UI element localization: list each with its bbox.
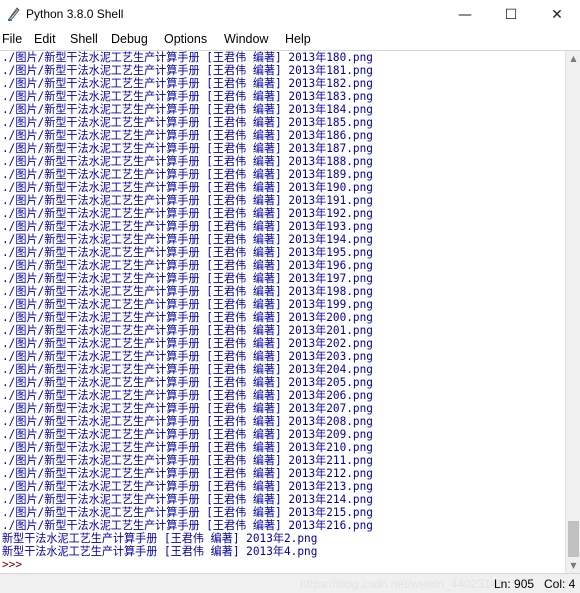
output-line: ./图片/新型干法水泥工艺生产计算手册 [王君伟 编著] 2013年194.pn… [2, 233, 373, 246]
output-line: ./图片/新型干法水泥工艺生产计算手册 [王君伟 编著] 2013年199.pn… [2, 298, 373, 311]
window-title: Python 3.8.0 Shell [26, 7, 124, 21]
menu-file[interactable]: File [2, 32, 22, 46]
output-line: ./图片/新型干法水泥工艺生产计算手册 [王君伟 编著] 2013年214.pn… [2, 493, 373, 506]
output-line: ./图片/新型干法水泥工艺生产计算手册 [王君伟 编著] 2013年190.pn… [2, 181, 373, 194]
output-line: ./图片/新型干法水泥工艺生产计算手册 [王君伟 编著] 2013年186.pn… [2, 129, 373, 142]
output-line: ./图片/新型干法水泥工艺生产计算手册 [王君伟 编著] 2013年216.pn… [2, 519, 373, 532]
output-line: ./图片/新型干法水泥工艺生产计算手册 [王君伟 编著] 2013年212.pn… [2, 467, 373, 480]
output-line: ./图片/新型干法水泥工艺生产计算手册 [王君伟 编著] 2013年205.pn… [2, 376, 373, 389]
output-line: ./图片/新型干法水泥工艺生产计算手册 [王君伟 编著] 2013年181.pn… [2, 64, 373, 77]
output-line: ./图片/新型干法水泥工艺生产计算手册 [王君伟 编著] 2013年204.pn… [2, 363, 373, 376]
column-number-indicator: Col: 4 [544, 577, 576, 591]
minimize-icon: — [458, 7, 472, 23]
output-line: ./图片/新型干法水泥工艺生产计算手册 [王君伟 编著] 2013年196.pn… [2, 259, 373, 272]
output-line: ./图片/新型干法水泥工艺生产计算手册 [王君伟 编著] 2013年195.pn… [2, 246, 373, 259]
output-line: ./图片/新型干法水泥工艺生产计算手册 [王君伟 编著] 2013年201.pn… [2, 324, 373, 337]
output-line: ./图片/新型干法水泥工艺生产计算手册 [王君伟 编著] 2013年208.pn… [2, 415, 373, 428]
shell-prompt[interactable]: >>> [2, 558, 29, 571]
shell-output-area[interactable]: ./图片/新型干法水泥工艺生产计算手册 [王君伟 编著] 2013年180.pn… [0, 51, 565, 573]
maximize-icon: ☐ [504, 7, 518, 23]
output-line: ./图片/新型干法水泥工艺生产计算手册 [王君伟 编著] 2013年209.pn… [2, 428, 373, 441]
menu-window[interactable]: Window [224, 32, 268, 46]
output-line: ./图片/新型干法水泥工艺生产计算手册 [王君伟 编著] 2013年211.pn… [2, 454, 373, 467]
output-line: ./图片/新型干法水泥工艺生产计算手册 [王君伟 编著] 2013年200.pn… [2, 311, 373, 324]
close-button[interactable]: ✕ [534, 0, 580, 30]
output-line: ./图片/新型干法水泥工艺生产计算手册 [王君伟 编著] 2013年189.pn… [2, 168, 373, 181]
output-line: ./图片/新型干法水泥工艺生产计算手册 [王君伟 编著] 2013年213.pn… [2, 480, 373, 493]
minimize-button[interactable]: — [442, 0, 488, 30]
menu-options[interactable]: Options [164, 32, 207, 46]
output-line: ./图片/新型干法水泥工艺生产计算手册 [王君伟 编著] 2013年210.pn… [2, 441, 373, 454]
output-line: ./图片/新型干法水泥工艺生产计算手册 [王君伟 编著] 2013年193.pn… [2, 220, 373, 233]
output-line: ./图片/新型干法水泥工艺生产计算手册 [王君伟 编著] 2013年203.pn… [2, 350, 373, 363]
menu-debug[interactable]: Debug [111, 32, 148, 46]
output-line: 新型干法水泥工艺生产计算手册 [王君伟 编著] 2013年4.png [2, 545, 318, 558]
output-line: ./图片/新型干法水泥工艺生产计算手册 [王君伟 编著] 2013年182.pn… [2, 77, 373, 90]
output-line: ./图片/新型干法水泥工艺生产计算手册 [王君伟 编著] 2013年192.pn… [2, 207, 373, 220]
line-number-indicator: Ln: 905 [494, 577, 535, 591]
output-line: ./图片/新型干法水泥工艺生产计算手册 [王君伟 编著] 2013年188.pn… [2, 155, 373, 168]
menu-shell[interactable]: Shell [70, 32, 98, 46]
output-line: ./图片/新型干法水泥工艺生产计算手册 [王君伟 编著] 2013年207.pn… [2, 402, 373, 415]
scroll-down-arrow-icon[interactable]: ▼ [566, 558, 580, 573]
output-line: ./图片/新型干法水泥工艺生产计算手册 [王君伟 编著] 2013年197.pn… [2, 272, 373, 285]
output-line: ./图片/新型干法水泥工艺生产计算手册 [王君伟 编著] 2013年202.pn… [2, 337, 373, 350]
scroll-thumb[interactable] [568, 521, 579, 557]
output-line: ./图片/新型干法水泥工艺生产计算手册 [王君伟 编著] 2013年180.pn… [2, 51, 373, 64]
title-bar: Python 3.8.0 Shell — ☐ ✕ [0, 0, 580, 31]
output-line: ./图片/新型干法水泥工艺生产计算手册 [王君伟 编著] 2013年184.pn… [2, 103, 373, 116]
output-line: ./图片/新型干法水泥工艺生产计算手册 [王君伟 编著] 2013年185.pn… [2, 116, 373, 129]
menu-bar: File Edit Shell Debug Options Window Hel… [0, 30, 580, 51]
watermark-url: https://blog.csdn.net/weixin_44023145 [300, 577, 505, 591]
output-line: ./图片/新型干法水泥工艺生产计算手册 [王君伟 编著] 2013年191.pn… [2, 194, 373, 207]
python-idle-icon [8, 7, 20, 21]
output-line: ./图片/新型干法水泥工艺生产计算手册 [王君伟 编著] 2013年187.pn… [2, 142, 373, 155]
output-line: ./图片/新型干法水泥工艺生产计算手册 [王君伟 编著] 2013年206.pn… [2, 389, 373, 402]
output-line: 新型干法水泥工艺生产计算手册 [王君伟 编著] 2013年2.png [2, 532, 318, 545]
status-bar: https://blog.csdn.net/weixin_44023145 Ln… [0, 573, 580, 593]
menu-help[interactable]: Help [285, 32, 311, 46]
menu-edit[interactable]: Edit [34, 32, 56, 46]
output-line: ./图片/新型干法水泥工艺生产计算手册 [王君伟 编著] 2013年215.pn… [2, 506, 373, 519]
vertical-scrollbar[interactable]: ▲ ▼ [565, 51, 580, 573]
maximize-button[interactable]: ☐ [488, 0, 534, 30]
output-line: ./图片/新型干法水泥工艺生产计算手册 [王君伟 编著] 2013年183.pn… [2, 90, 373, 103]
output-line: ./图片/新型干法水泥工艺生产计算手册 [王君伟 编著] 2013年198.pn… [2, 285, 373, 298]
scroll-up-arrow-icon[interactable]: ▲ [566, 51, 580, 66]
close-icon: ✕ [551, 7, 563, 23]
